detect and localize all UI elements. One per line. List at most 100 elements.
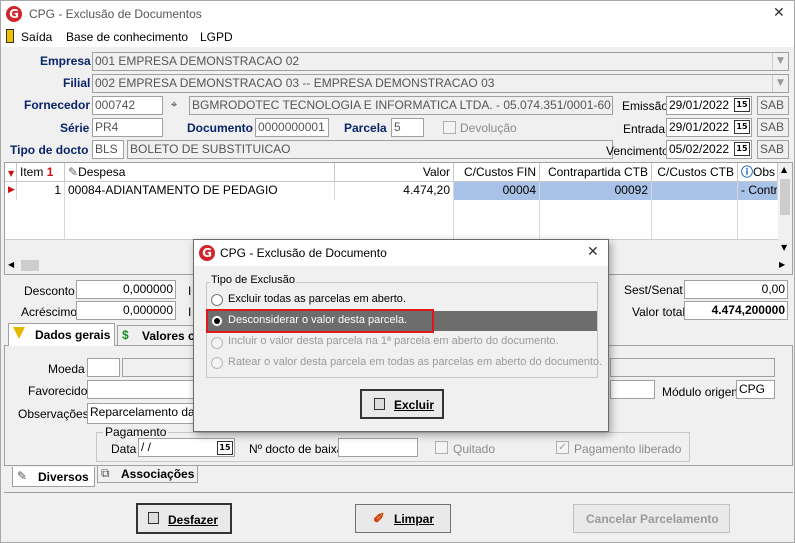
dollar-icon: $ xyxy=(122,328,129,342)
chevron-down-icon: ▼ xyxy=(772,53,788,70)
excluir-button[interactable]: Excluir xyxy=(360,389,444,419)
exclusao-dialog: G CPG - Exclusão de Documento ✕ Tipo de … xyxy=(193,239,609,432)
col-cc-ctb[interactable]: C/Custos CTB xyxy=(652,163,738,182)
hscroll-thumb[interactable] xyxy=(21,260,39,271)
scroll-left-icon[interactable]: ◀ xyxy=(8,260,14,269)
favorecido-input-right[interactable] xyxy=(610,380,655,399)
col-valor-label: Valor xyxy=(422,165,450,179)
valor-total-label: Valor total xyxy=(632,305,686,319)
menu-bar: Saída Base de conhecimento LGPD xyxy=(1,27,794,47)
desfazer-label: Desfazer xyxy=(168,513,219,527)
radio-incluir-primeira[interactable] xyxy=(211,337,223,349)
edit-icon: ✎ xyxy=(68,165,79,179)
calendar-icon[interactable]: 15 xyxy=(217,441,233,455)
scroll-thumb[interactable] xyxy=(780,179,790,215)
menu-base-conhecimento[interactable]: Base de conhecimento xyxy=(66,30,188,44)
scroll-right-icon[interactable]: ▶ xyxy=(779,260,785,269)
option-incluir-primeira[interactable]: Incluir o valor desta parcela na 1ª parc… xyxy=(228,335,559,347)
scroll-down-icon[interactable]: ▼ xyxy=(781,243,787,252)
filial-select[interactable]: 002 EMPRESA DEMONSTRACAO 03 -- EMPRESA D… xyxy=(92,74,789,93)
cell-despesa: 00084-ADIANTAMENTO DE PEDAGIO xyxy=(65,182,335,200)
binoculars-icon[interactable]: ⌖ xyxy=(171,98,177,112)
menu-lgpd[interactable]: LGPD xyxy=(200,30,233,44)
tab-dados-gerais[interactable]: Dados gerais xyxy=(8,323,115,346)
ndocto-baixa-input[interactable] xyxy=(338,438,418,457)
grid-vscrollbar[interactable]: ▲ ▼ xyxy=(778,163,792,257)
acrescimo-input[interactable]: 0,000000 xyxy=(76,301,176,320)
radio-ratear[interactable] xyxy=(211,357,223,369)
desconto-label: Desconto xyxy=(24,284,75,298)
emissao-label: Emissão xyxy=(622,99,669,113)
tipo-exclusao-label: Tipo de Exclusão xyxy=(210,274,296,286)
cell-cc-fin: 00004 xyxy=(454,182,540,200)
fornecedor-code-input[interactable]: 000742 xyxy=(92,96,163,115)
tab-associacoes-label: Associações xyxy=(121,467,195,481)
cell-valor: 4.474,20 xyxy=(335,182,454,200)
pagamento-liberado-checkbox[interactable]: ✓ xyxy=(556,441,569,454)
cancelar-parcelamento-label: Cancelar Parcelamento xyxy=(586,512,719,526)
col-cc-fin[interactable]: C/Custos FIN xyxy=(454,163,540,182)
close-icon[interactable]: ✕ xyxy=(773,5,785,21)
dialog-close-icon[interactable]: ✕ xyxy=(587,244,599,260)
ir-label: I xyxy=(188,284,192,298)
ir-label-2: I xyxy=(188,305,192,319)
col-despesa[interactable]: ✎Despesa xyxy=(65,163,335,182)
radio-desconsiderar[interactable] xyxy=(211,315,223,327)
calendar-icon[interactable]: 15 xyxy=(734,142,750,156)
app-logo-icon: G xyxy=(199,245,215,261)
tipo-code-input[interactable]: BLS xyxy=(92,140,124,159)
documento-input[interactable]: 0000000001 xyxy=(255,118,329,137)
observacoes-input[interactable]: Reparcelamento da pa xyxy=(87,403,197,424)
fornecedor-name: BGMRODOTEC TECNOLOGIA E INFORMATICA LTDA… xyxy=(189,96,613,115)
col-valor[interactable]: Valor xyxy=(335,163,454,182)
moeda-input[interactable] xyxy=(87,358,120,377)
menu-saida[interactable]: Saída xyxy=(21,30,52,44)
radio-excluir-todas[interactable] xyxy=(211,294,223,306)
quitado-checkbox[interactable] xyxy=(435,441,448,454)
favorecido-input[interactable] xyxy=(87,380,197,399)
valor-total-value: 4.474,200000 xyxy=(684,301,788,320)
grid-corner: ▼ xyxy=(5,163,17,182)
sest-senat-input[interactable]: 0,00 xyxy=(684,280,788,299)
option-excluir-todas[interactable]: Excluir todas as parcelas em aberto. xyxy=(228,293,406,305)
tab-diversos[interactable]: ✎ Diversos xyxy=(12,467,95,487)
limpar-label: Limpar xyxy=(394,512,435,526)
calendar-icon[interactable]: 15 xyxy=(734,98,750,112)
desconto-input[interactable]: 0,000000 xyxy=(76,280,176,299)
entrada-label: Entrada xyxy=(623,122,666,136)
scroll-up-icon[interactable]: ▲ xyxy=(781,165,787,174)
option-ratear[interactable]: Ratear o valor desta parcela em todas as… xyxy=(228,356,602,368)
col-item[interactable]: Item 1 xyxy=(17,163,65,182)
quitado-label: Quitado xyxy=(453,442,496,456)
tab-associacoes[interactable]: ⧉ Associações xyxy=(97,465,198,483)
option-desconsiderar[interactable]: Desconsiderar o valor desta parcela. xyxy=(228,314,407,326)
col-contrapartida[interactable]: Contrapartida CTB xyxy=(540,163,652,182)
serie-input[interactable]: PR4 xyxy=(92,118,163,137)
cancelar-parcelamento-button[interactable]: Cancelar Parcelamento xyxy=(573,504,730,533)
col-obs-label: Obs xyxy=(753,165,776,179)
parcela-input[interactable]: 5 xyxy=(391,118,424,137)
modulo-origem-label: Módulo origem xyxy=(662,385,742,399)
col-cc-fin-label: C/Custos FIN xyxy=(463,165,536,179)
cell-contrapartida: 00092 xyxy=(540,182,652,200)
devolucao-checkbox[interactable] xyxy=(443,121,456,134)
col-obs[interactable]: ⓘObs xyxy=(738,163,778,182)
vencimento-sab: SAB xyxy=(757,140,789,159)
window-title: CPG - Exclusão de Documentos xyxy=(29,7,202,21)
sort-1-icon: 1 xyxy=(46,165,54,179)
empresa-select[interactable]: 001 EMPRESA DEMONSTRACAO 02 ▼ xyxy=(92,52,789,71)
moeda-name-right xyxy=(610,358,775,377)
col-cc-ctb-label: C/Custos CTB xyxy=(657,165,734,179)
empresa-label: Empresa xyxy=(40,54,91,68)
link-icon: ⧉ xyxy=(101,466,110,480)
modulo-origem-input[interactable]: CPG xyxy=(736,380,775,399)
calendar-icon[interactable]: 15 xyxy=(734,120,750,134)
broom-icon: ✐ xyxy=(373,510,385,526)
title-bar: G CPG - Exclusão de Documentos ✕ xyxy=(1,1,794,27)
tab-valores[interactable]: $ Valores c xyxy=(117,325,197,345)
sest-senat-label: Sest/Senat xyxy=(624,283,683,297)
desfazer-button[interactable]: Desfazer xyxy=(136,503,232,534)
tab-diversos-label: Diversos xyxy=(38,470,89,484)
limpar-button[interactable]: ✐ Limpar xyxy=(355,504,451,533)
cell-cc-ctb xyxy=(652,182,738,200)
